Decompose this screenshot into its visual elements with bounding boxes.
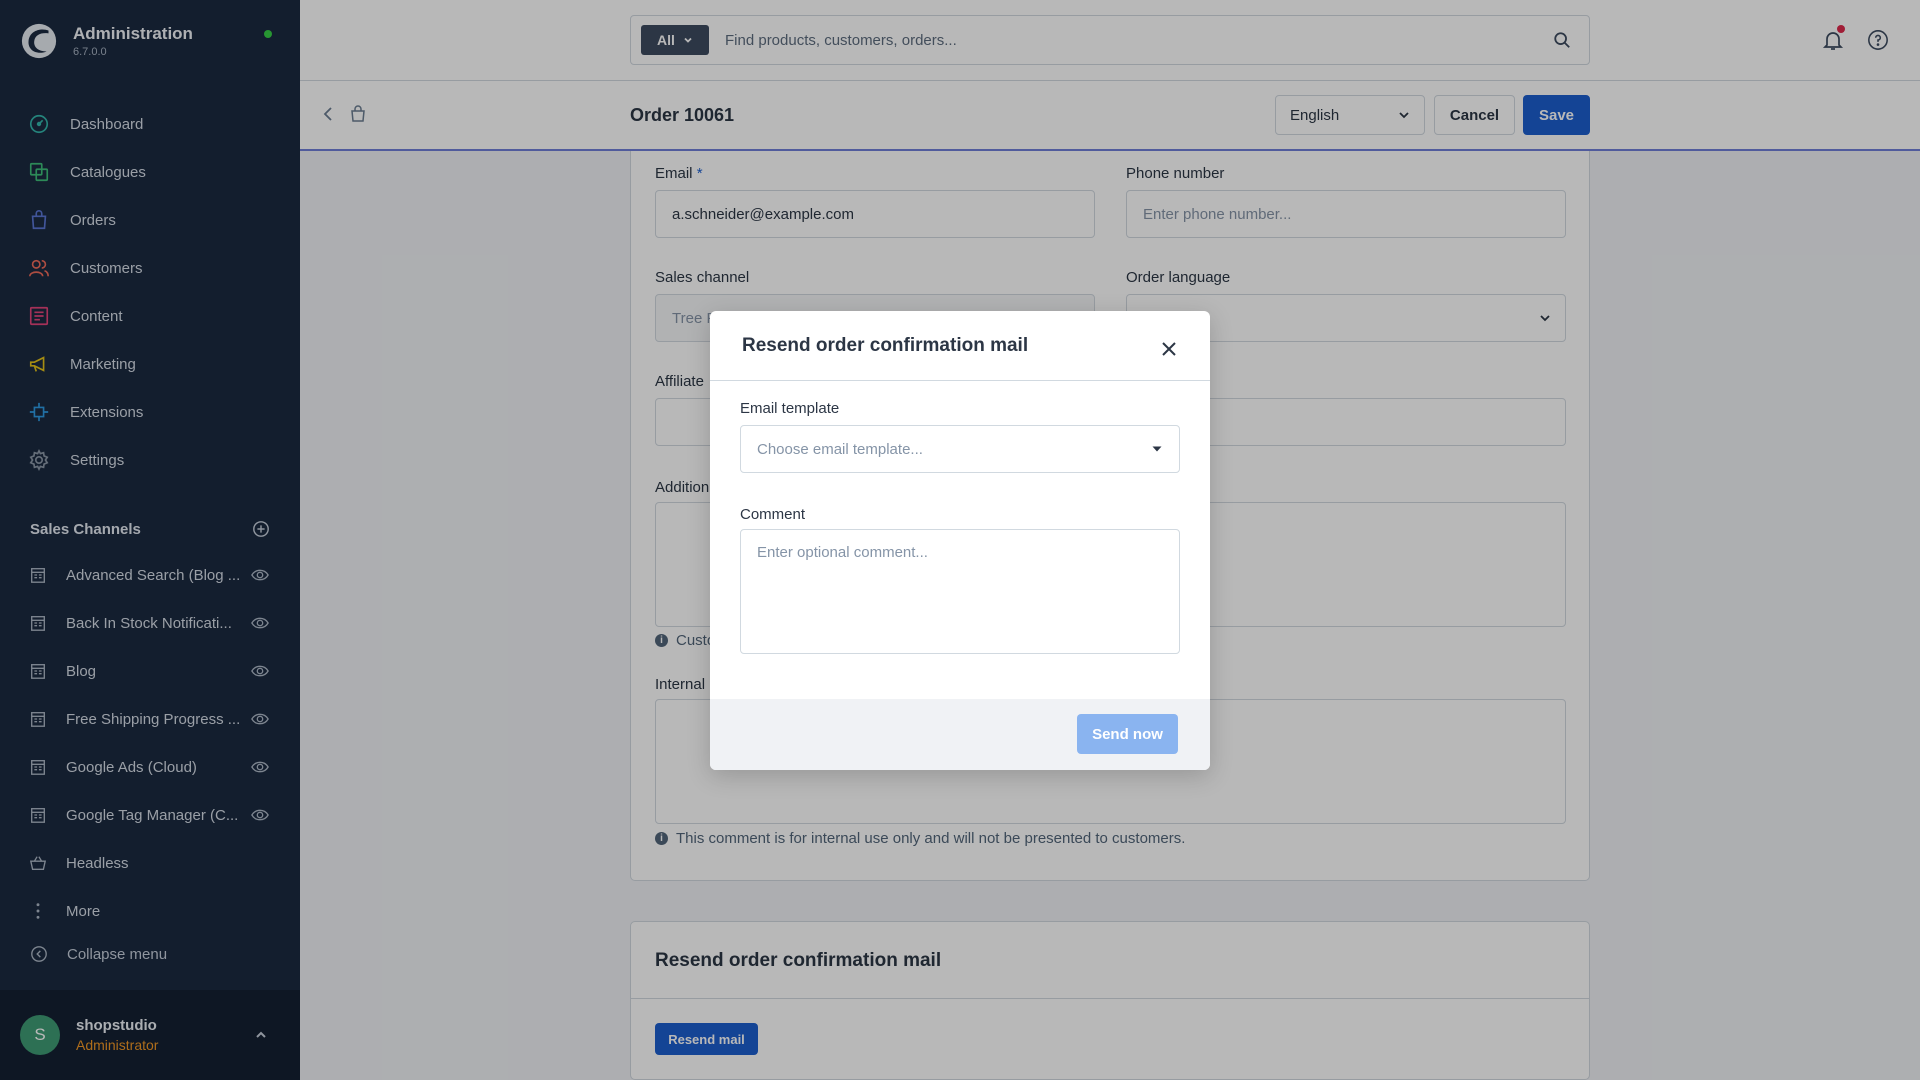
chevron-down-icon [1152, 446, 1162, 452]
modal-footer: Send now [710, 699, 1210, 770]
comment-placeholder: Enter optional comment... [757, 544, 928, 561]
comment-textarea[interactable]: Enter optional comment... [740, 529, 1180, 654]
divider [710, 380, 1210, 381]
email-template-placeholder: Choose email template... [757, 440, 923, 458]
email-template-select[interactable]: Choose email template... [740, 425, 1180, 473]
modal-title: Resend order confirmation mail [742, 335, 1029, 356]
send-now-button[interactable]: Send now [1077, 714, 1178, 754]
comment-label: Comment [740, 506, 806, 523]
email-template-label: Email template [740, 400, 840, 417]
close-icon[interactable] [1158, 338, 1180, 360]
resend-mail-modal: Resend order confirmation mail Email tem… [710, 311, 1210, 770]
